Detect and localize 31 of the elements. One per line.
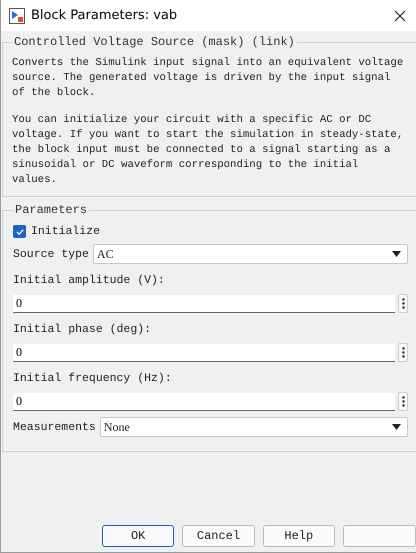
more-options-button[interactable] — [398, 392, 408, 411]
dialog-button[interactable]: Cancel — [182, 525, 255, 547]
more-options-button[interactable] — [398, 294, 408, 313]
input-field[interactable]: 0 — [13, 392, 395, 410]
checkbox[interactable] — [13, 225, 26, 238]
dialog-button[interactable]: OK — [102, 525, 174, 547]
dialog-button[interactable]: Help — [262, 525, 335, 547]
input-field[interactable]: 0 — [13, 344, 395, 362]
field-label: Initial phase (deg): — [13, 323, 152, 336]
dots-icon — [402, 347, 404, 358]
checkbox-label: Initialize — [31, 225, 100, 238]
dots-icon — [402, 298, 404, 309]
field-label: Source type — [13, 248, 89, 260]
dropdown[interactable]: AC — [92, 244, 408, 264]
close-icon[interactable] — [394, 10, 406, 22]
field-label: Initial amplitude (V): — [13, 274, 165, 287]
panel-title: Parameters — [14, 203, 88, 217]
check-icon — [14, 226, 24, 236]
description-text: You can initialize your circuit with a specific AC or DC voltage. If you want to start the simulation in steady-state, the block input must be connected to a signal starting as a sinusoidal or DC waveform corresponding to the initial values. — [12, 113, 404, 188]
description-text: Converts the Simulink input signal into an equivalent voltage source. The generated voltage is driven by the input signal of the block. — [12, 56, 404, 101]
dropdown[interactable]: None — [100, 417, 408, 437]
caret-icon — [392, 424, 401, 430]
caret-icon — [392, 251, 401, 257]
window-title: Block Parameters: vab — [31, 8, 178, 23]
more-options-button[interactable] — [398, 343, 408, 362]
field-label: Measurements — [13, 420, 96, 434]
block-icon — [9, 8, 25, 24]
input-field[interactable]: 0 — [13, 294, 395, 312]
dots-icon — [402, 396, 404, 407]
panel-title: Controlled Voltage Source (mask) (link) — [13, 35, 296, 49]
field-label: Initial frequency (Hz): — [13, 372, 172, 385]
